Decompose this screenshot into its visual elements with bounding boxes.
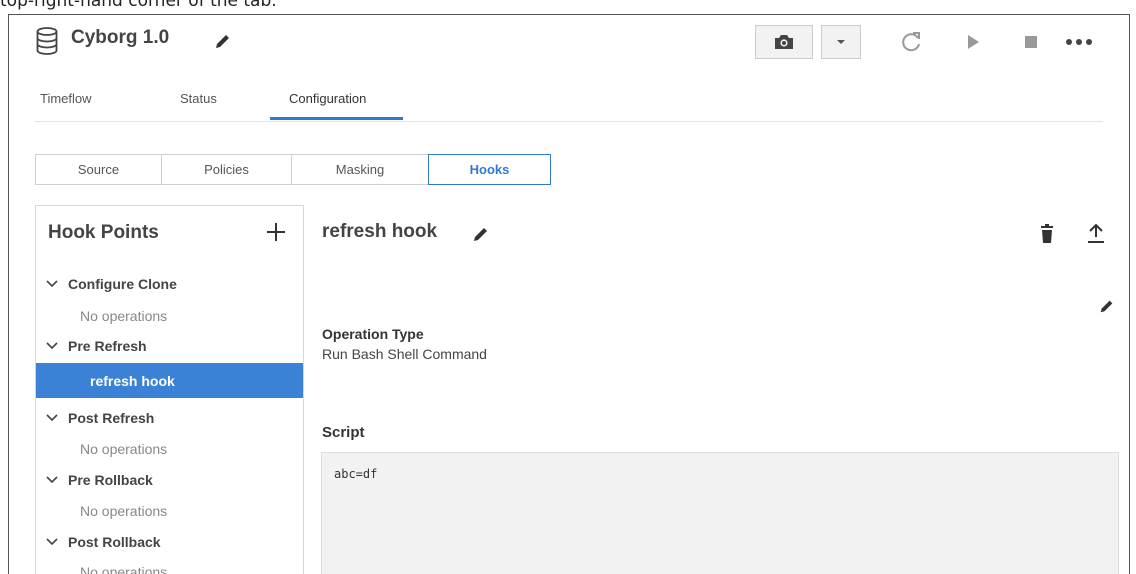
- chevron-down-icon: [46, 342, 58, 350]
- script-content: abc=df: [334, 467, 378, 481]
- camera-icon: [775, 35, 793, 49]
- play-icon[interactable]: [961, 30, 985, 54]
- chevron-down-icon: [46, 280, 58, 288]
- tab-configuration[interactable]: Configuration: [289, 91, 366, 106]
- hook-group-pre-refresh[interactable]: Pre Refresh: [46, 338, 147, 354]
- operation-type-value: Run Bash Shell Command: [322, 346, 487, 362]
- chevron-down-icon: [46, 414, 58, 422]
- hook-group-post-refresh[interactable]: Post Refresh: [46, 410, 154, 426]
- hook-group-label: Pre Rollback: [68, 472, 153, 488]
- chevron-down-icon: [46, 476, 58, 484]
- hook-points-panel: Hook Points Configure Clone No operation…: [35, 205, 304, 574]
- chevron-down-icon: [46, 538, 58, 546]
- subtab-masking[interactable]: Masking: [291, 154, 429, 185]
- script-label: Script: [322, 424, 365, 441]
- page-title: Cyborg 1.0: [71, 27, 170, 48]
- hook-title: refresh hook: [322, 221, 438, 242]
- subtab-policies[interactable]: Policies: [161, 154, 292, 185]
- script-editor[interactable]: abc=df: [321, 452, 1119, 574]
- pencil-icon[interactable]: [1099, 298, 1115, 314]
- subtab-source[interactable]: Source: [35, 154, 162, 185]
- hook-group-label: Post Refresh: [68, 410, 155, 426]
- database-icon: [36, 27, 58, 55]
- more-icon[interactable]: [1064, 30, 1094, 54]
- hook-group-pre-rollback[interactable]: Pre Rollback: [46, 472, 153, 488]
- hook-group-empty-text: No operations: [80, 308, 168, 324]
- main-tabs: Timeflow Status Configuration: [35, 91, 1103, 122]
- upload-icon[interactable]: [1086, 222, 1106, 244]
- plus-icon[interactable]: [265, 221, 287, 243]
- subtab-hooks[interactable]: Hooks: [428, 154, 551, 185]
- refresh-icon[interactable]: [899, 30, 923, 54]
- document-caption: top-right-hand corner of the tab.: [0, 0, 277, 11]
- snapshot-options-button[interactable]: [821, 25, 861, 59]
- active-tab-indicator: [270, 117, 403, 120]
- hook-points-title: Hook Points: [48, 222, 159, 243]
- snapshot-button[interactable]: [755, 25, 813, 59]
- caret-down-icon: [837, 40, 845, 44]
- hook-group-post-rollback[interactable]: Post Rollback: [46, 534, 161, 550]
- trash-icon[interactable]: [1039, 224, 1055, 244]
- hook-group-empty-text: No operations: [80, 503, 168, 519]
- hook-group-label: Pre Refresh: [68, 338, 147, 354]
- operation-type-label: Operation Type: [322, 326, 424, 342]
- tab-timeflow[interactable]: Timeflow: [40, 91, 92, 106]
- hook-group-label: Post Rollback: [68, 534, 161, 550]
- pencil-icon[interactable]: [214, 32, 232, 50]
- pencil-icon[interactable]: [472, 225, 490, 243]
- stop-icon[interactable]: [1019, 30, 1043, 54]
- hook-group-empty-text: No operations: [80, 441, 168, 457]
- app-window: Cyborg 1.0 Timeflow Status Configuration: [8, 14, 1130, 574]
- tab-status[interactable]: Status: [180, 91, 217, 106]
- hook-item-refresh-hook[interactable]: refresh hook: [36, 363, 303, 398]
- hook-group-label: Configure Clone: [68, 276, 177, 292]
- hook-group-configure-clone[interactable]: Configure Clone: [46, 276, 177, 292]
